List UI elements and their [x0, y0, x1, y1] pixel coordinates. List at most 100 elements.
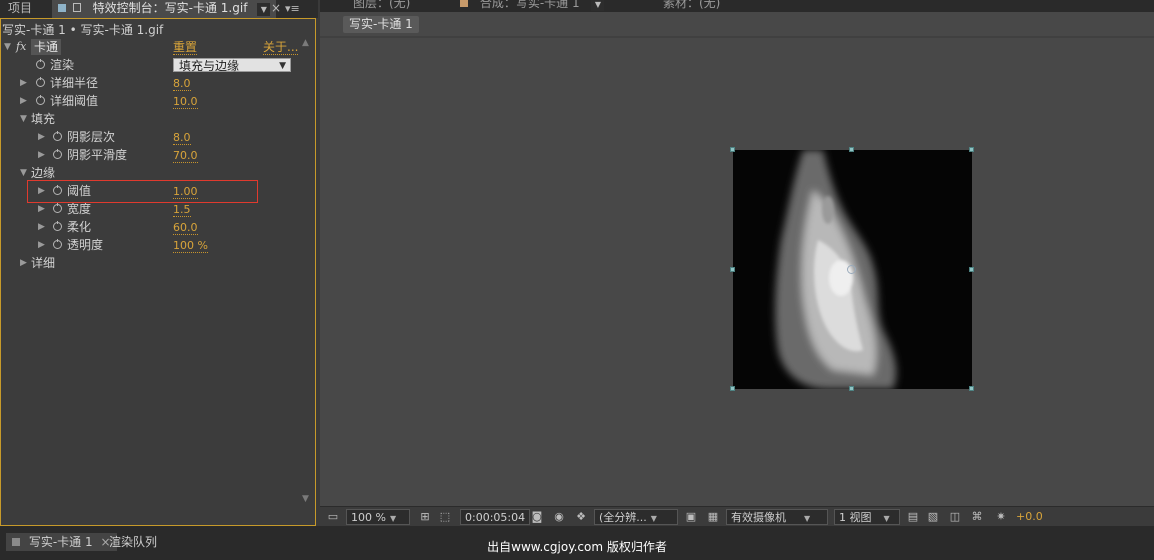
chevron-right-icon[interactable]: ▶ [38, 218, 45, 236]
scroll-down-icon[interactable]: ▼ [302, 494, 309, 504]
tab-composition[interactable]: 合成：写实-卡通 1 ▼ [460, 0, 605, 12]
chevron-right-icon[interactable]: ▶ [38, 146, 45, 164]
stopwatch-icon[interactable] [36, 77, 45, 87]
param-row: ▶ 阴影平滑度 70.0 [0, 146, 296, 164]
transparency-grid-icon[interactable]: ▦ [706, 510, 720, 523]
param-value[interactable]: 10.0 [173, 95, 198, 109]
transform-handle[interactable] [730, 386, 735, 391]
param-row: ▶ 柔化 60.0 [0, 218, 296, 236]
panel-icon [460, 0, 468, 7]
effect-header-row[interactable]: ▼ fx 卡通 重置 关于... [0, 38, 299, 56]
transform-handle[interactable] [730, 267, 735, 272]
stopwatch-icon[interactable] [36, 59, 45, 69]
transform-handle[interactable] [969, 267, 974, 272]
exposure-value[interactable]: +0.0 [1016, 509, 1043, 525]
tab-effect-controls-label: 特效控制台：写实-卡通 1.gif [92, 1, 248, 15]
camera-select[interactable]: 有效摄像机 ▼ [726, 509, 828, 525]
param-value[interactable]: 60.0 [173, 221, 198, 235]
chevron-down-icon[interactable]: ▼ [20, 164, 27, 182]
camera-icon[interactable]: ◙ [530, 510, 544, 523]
views-select[interactable]: 1 视图 ▼ [834, 509, 900, 525]
left-panel-tabbar: 项目 特效控制台：写实-卡通 1.gif ▼ × ▾≡ [0, 0, 318, 18]
panel-menu-icon[interactable]: ▾≡ [285, 0, 300, 18]
resolution-select[interactable]: (全分辨... ▼ [594, 509, 678, 525]
transform-handle[interactable] [969, 386, 974, 391]
param-label: 详细阈值 [50, 94, 99, 108]
region-of-interest-icon[interactable]: ▣ [684, 510, 698, 523]
chevron-right-icon[interactable]: ▶ [20, 74, 27, 92]
transform-handle[interactable] [969, 147, 974, 152]
exposure-icon[interactable]: ✷ [994, 510, 1008, 523]
group-label: 详细 [31, 256, 56, 270]
param-label: 柔化 [67, 220, 92, 234]
watermark-text: 出自www.cgjoy.com 版权归作者 [487, 540, 667, 554]
tab-dropdown-button[interactable]: ▼ [591, 0, 605, 11]
param-row: ▶ 阴影层次 8.0 [0, 128, 296, 146]
param-value[interactable]: 70.0 [173, 149, 198, 163]
timecode-field[interactable]: 0:00:05:04 [460, 509, 531, 525]
timeline-icon[interactable]: ◫ [948, 510, 962, 523]
comp-name-tab[interactable]: 写实-卡通 1 [343, 16, 419, 33]
chevron-right-icon[interactable]: ▶ [20, 254, 27, 272]
lock-icon[interactable] [72, 3, 81, 12]
close-icon[interactable]: × [271, 0, 281, 18]
channel-icon[interactable]: ◉ [552, 510, 566, 523]
scroll-up-icon[interactable]: ▲ [302, 38, 309, 48]
param-value[interactable]: 1.5 [173, 203, 191, 217]
tab-project[interactable]: 项目 [8, 0, 32, 18]
chevron-down-icon[interactable]: ▼ [4, 38, 11, 56]
stopwatch-icon[interactable] [53, 203, 62, 213]
tab-dropdown-button[interactable]: ▼ [257, 3, 271, 16]
param-value[interactable]: 100 % [173, 239, 208, 253]
stopwatch-icon[interactable] [53, 131, 62, 141]
param-row: ▶ 详细阈值 10.0 [0, 92, 296, 110]
right-panel-tabbar: 图层：(无) 合成：写实-卡通 1 ▼ 素材：(无) [320, 0, 1154, 12]
scrollbar[interactable]: ▲ ▼ [300, 38, 314, 508]
chevron-down-icon: ▼ [389, 514, 397, 523]
render-select[interactable]: 填充与边缘 ▼ [173, 58, 291, 73]
param-value[interactable]: 8.0 [173, 131, 191, 145]
group-label: 填充 [31, 112, 56, 126]
effect-name[interactable]: 卡通 [31, 39, 62, 55]
chevron-down-icon[interactable]: ▼ [20, 110, 27, 128]
transform-handle[interactable] [730, 147, 735, 152]
zoom-value: 100 % [351, 511, 386, 524]
tab-footage[interactable]: 素材：(无) [663, 0, 720, 12]
transform-handle[interactable] [849, 147, 854, 152]
reset-link[interactable]: 重置 [173, 40, 198, 55]
views-value: 1 视图 [839, 511, 872, 524]
tab-effect-controls[interactable]: 特效控制台：写实-卡通 1.gif ▼ [52, 0, 277, 18]
stopwatch-icon[interactable] [53, 239, 62, 249]
fx-icon[interactable]: fx [16, 40, 29, 53]
grid-icon[interactable]: ⊞ [418, 510, 432, 523]
toggle-pixel-aspect-icon[interactable]: ▤ [906, 510, 920, 523]
chevron-down-icon: ▼ [650, 514, 657, 523]
mask-icon[interactable]: ⬚ [438, 510, 452, 523]
tab-composition-label: 合成：写实-卡通 1 [479, 0, 580, 10]
param-value[interactable]: 8.0 [173, 77, 191, 91]
anchor-point-icon[interactable] [847, 265, 856, 274]
chevron-down-icon: ▼ [883, 514, 890, 523]
stopwatch-icon[interactable] [36, 95, 45, 105]
viewer-divider [320, 36, 1154, 38]
chevron-right-icon[interactable]: ▶ [38, 128, 45, 146]
stopwatch-icon[interactable] [53, 221, 62, 231]
param-label: 透明度 [67, 238, 104, 252]
camera-value: 有效摄像机 [731, 511, 786, 524]
chevron-right-icon[interactable]: ▶ [38, 236, 45, 254]
always-preview-icon[interactable]: ▭ [326, 510, 340, 523]
tab-layer[interactable]: 图层：(无) [353, 0, 410, 12]
zoom-select[interactable]: 100 % ▼ [346, 509, 410, 525]
chevron-right-icon[interactable]: ▶ [20, 92, 27, 110]
param-label: 阴影层次 [67, 130, 116, 144]
render-select-value: 填充与边缘 [179, 59, 240, 73]
color-channels-icon[interactable]: ❖ [574, 510, 588, 523]
fast-preview-icon[interactable]: ▧ [926, 510, 940, 523]
render-row: 渲染 填充与边缘 ▼ [0, 56, 296, 74]
transform-handle[interactable] [849, 386, 854, 391]
stopwatch-icon[interactable] [53, 149, 62, 159]
about-link[interactable]: 关于... [263, 40, 299, 55]
group-row-fill[interactable]: ▼ 填充 [0, 110, 296, 128]
group-row-detail[interactable]: ▶ 详细 [0, 254, 296, 272]
flowchart-icon[interactable]: ⌘ [970, 510, 984, 523]
